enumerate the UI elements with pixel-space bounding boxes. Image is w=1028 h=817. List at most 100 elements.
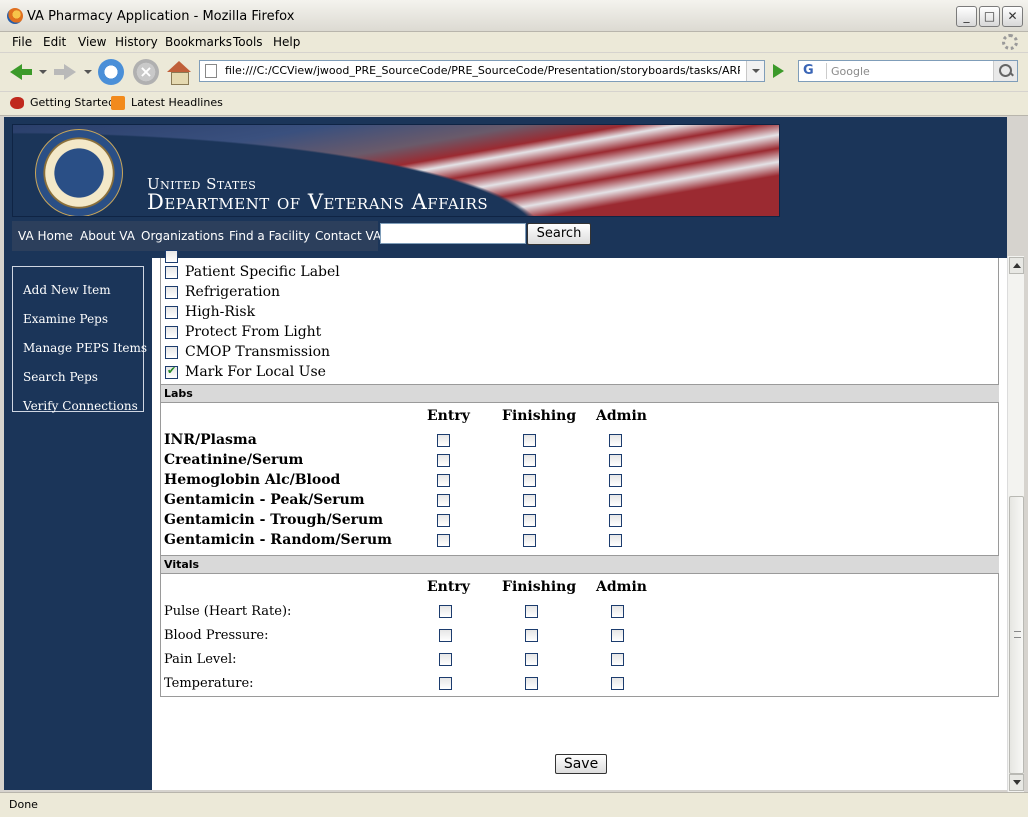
labs-col-finishing: Finishing xyxy=(502,408,577,424)
lab-admin-checkbox[interactable] xyxy=(609,434,622,447)
maximize-button[interactable]: □ xyxy=(979,6,1000,27)
back-history-dropdown-icon[interactable] xyxy=(39,70,47,74)
flag-checkbox-protect-from-light[interactable] xyxy=(165,326,178,339)
vital-entry-checkbox[interactable] xyxy=(439,677,452,690)
vital-finishing-checkbox[interactable] xyxy=(525,629,538,642)
browser-search-placeholder[interactable]: Google xyxy=(831,65,870,78)
lab-finishing-checkbox[interactable] xyxy=(523,434,536,447)
vital-finishing-checkbox[interactable] xyxy=(525,653,538,666)
vital-row-label: Pain Level: xyxy=(164,652,237,667)
sidebar-item-search-peps[interactable]: Search Peps xyxy=(23,370,98,384)
vital-entry-checkbox[interactable] xyxy=(439,629,452,642)
vitals-col-finishing: Finishing xyxy=(502,579,577,595)
firefox-icon xyxy=(7,8,23,24)
menu-help[interactable]: Help xyxy=(273,35,300,49)
lab-finishing-checkbox[interactable] xyxy=(523,494,536,507)
menu-file[interactable]: File xyxy=(12,35,32,49)
lab-row-label: Hemoglobin Alc/Blood xyxy=(164,472,341,488)
flag-checkbox-high-risk[interactable] xyxy=(165,306,178,319)
vital-finishing-checkbox[interactable] xyxy=(525,605,538,618)
forward-button[interactable] xyxy=(52,59,78,85)
lab-finishing-checkbox[interactable] xyxy=(523,454,536,467)
lab-admin-checkbox[interactable] xyxy=(609,494,622,507)
vertical-scrollbar[interactable] xyxy=(1007,256,1024,792)
lab-finishing-checkbox[interactable] xyxy=(523,514,536,527)
va-banner: United States Department of Veterans Aff… xyxy=(12,124,780,217)
nav-link-va-home[interactable]: VA Home xyxy=(18,229,73,243)
flag-label-protect-from-light: Protect From Light xyxy=(185,324,322,340)
vitals-section-title: Vitals xyxy=(164,558,200,571)
vital-admin-checkbox[interactable] xyxy=(611,653,624,666)
sidebar-item-add-new-item[interactable]: Add New Item xyxy=(23,283,111,297)
vital-admin-checkbox[interactable] xyxy=(611,605,624,618)
throbber-icon xyxy=(1002,34,1018,50)
bookmark-getting-started[interactable]: Getting Started xyxy=(30,96,115,109)
browser-search-box[interactable]: G Google xyxy=(798,60,1018,82)
nav-link-contact-va[interactable]: Contact VA xyxy=(315,229,381,243)
go-button[interactable] xyxy=(768,62,788,80)
va-search-input[interactable] xyxy=(380,223,526,244)
lab-entry-checkbox[interactable] xyxy=(437,494,450,507)
lab-entry-checkbox[interactable] xyxy=(437,514,450,527)
forward-history-dropdown-icon[interactable] xyxy=(84,70,92,74)
item-form: Patient Specific Label Refrigeration Hig… xyxy=(160,250,999,697)
scrollbar-grip-icon xyxy=(1014,631,1021,638)
save-button[interactable]: Save xyxy=(555,754,607,774)
menu-edit[interactable]: Edit xyxy=(43,35,66,49)
sidebar-item-verify-connections[interactable]: Verify Connections xyxy=(23,399,138,413)
menu-history[interactable]: History xyxy=(115,35,158,49)
vital-row-label: Pulse (Heart Rate): xyxy=(164,604,292,619)
menu-tools[interactable]: Tools xyxy=(233,35,263,49)
vital-admin-checkbox[interactable] xyxy=(611,629,624,642)
lab-entry-checkbox[interactable] xyxy=(437,474,450,487)
lab-entry-checkbox[interactable] xyxy=(437,434,450,447)
scrollbar-thumb[interactable] xyxy=(1009,496,1024,774)
page-icon xyxy=(205,64,217,78)
labs-col-entry: Entry xyxy=(427,408,470,424)
lab-entry-checkbox[interactable] xyxy=(437,454,450,467)
nav-link-about-va[interactable]: About VA xyxy=(80,229,135,243)
flag-checkbox-mark-for-local-use[interactable] xyxy=(165,364,178,379)
lab-finishing-checkbox[interactable] xyxy=(523,534,536,547)
bookmark-latest-headlines[interactable]: Latest Headlines xyxy=(131,96,223,109)
vital-entry-checkbox[interactable] xyxy=(439,605,452,618)
lab-entry-checkbox[interactable] xyxy=(437,534,450,547)
scroll-down-arrow-icon[interactable] xyxy=(1009,774,1024,791)
sidebar-item-examine-peps[interactable]: Examine Peps xyxy=(23,312,108,326)
menu-bookmarks[interactable]: Bookmarks xyxy=(165,35,232,49)
lab-admin-checkbox[interactable] xyxy=(609,514,622,527)
google-engine-icon[interactable]: G xyxy=(801,63,827,79)
address-dropdown-button[interactable] xyxy=(746,61,764,81)
home-button[interactable] xyxy=(166,59,192,85)
lab-finishing-checkbox[interactable] xyxy=(523,474,536,487)
lab-admin-checkbox[interactable] xyxy=(609,474,622,487)
stop-button[interactable]: × xyxy=(133,59,159,85)
flag-checkbox-patient-specific-label[interactable] xyxy=(165,266,178,279)
scroll-up-arrow-icon[interactable] xyxy=(1009,257,1024,274)
lab-admin-checkbox[interactable] xyxy=(609,534,622,547)
flag-checkbox-cmop-transmission[interactable] xyxy=(165,346,178,359)
search-magnifier-icon[interactable] xyxy=(993,61,1017,81)
address-bar[interactable]: file:///C:/CCView/jwood_PRE_SourceCode/P… xyxy=(199,60,765,82)
lab-admin-checkbox[interactable] xyxy=(609,454,622,467)
partially-hidden-checkbox[interactable] xyxy=(165,250,178,263)
labs-col-admin: Admin xyxy=(596,408,647,424)
back-button[interactable] xyxy=(8,59,34,85)
address-url[interactable]: file:///C:/CCView/jwood_PRE_SourceCode/P… xyxy=(225,64,740,77)
reload-button[interactable] xyxy=(98,59,124,85)
nav-link-organizations[interactable]: Organizations xyxy=(141,229,224,243)
sidebar-item-manage-peps[interactable]: Manage PEPS Items xyxy=(23,341,147,355)
flag-checkbox-refrigeration[interactable] xyxy=(165,286,178,299)
vital-finishing-checkbox[interactable] xyxy=(525,677,538,690)
close-window-button[interactable]: ✕ xyxy=(1002,6,1023,27)
minimize-button[interactable]: _ xyxy=(956,6,977,27)
status-bar: Done xyxy=(0,792,1028,817)
vitals-col-entry: Entry xyxy=(427,579,470,595)
nav-link-find-facility[interactable]: Find a Facility xyxy=(229,229,310,243)
flag-label-cmop-transmission: CMOP Transmission xyxy=(185,344,331,360)
va-search-button[interactable]: Search xyxy=(527,223,591,245)
vital-admin-checkbox[interactable] xyxy=(611,677,624,690)
flag-label-refrigeration: Refrigeration xyxy=(185,284,281,300)
vital-entry-checkbox[interactable] xyxy=(439,653,452,666)
menu-view[interactable]: View xyxy=(78,35,106,49)
